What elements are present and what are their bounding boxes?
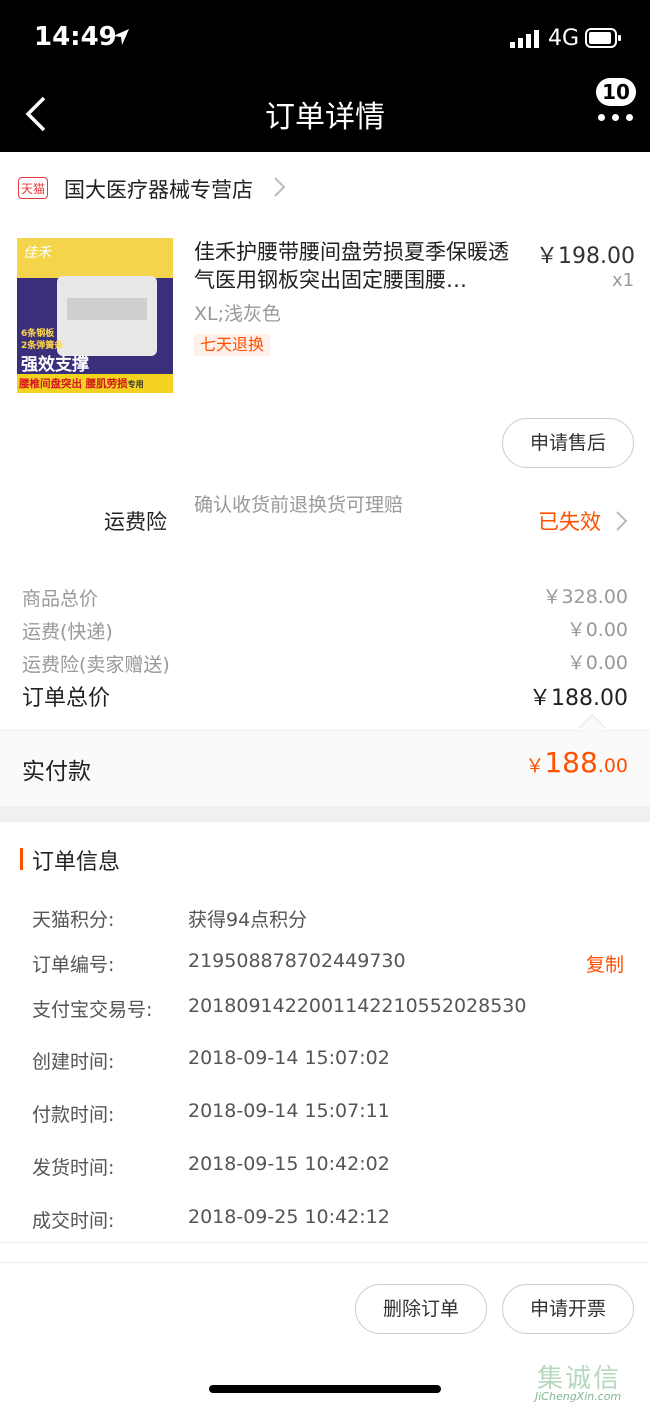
battery-icon xyxy=(585,28,621,48)
thumb-footer-suffix: 专用 xyxy=(127,380,144,389)
section-divider xyxy=(0,806,650,822)
paid-integer: 188 xyxy=(544,746,598,779)
divider xyxy=(0,1262,650,1263)
paid-symbol: ￥ xyxy=(525,755,545,777)
divider xyxy=(0,1242,650,1243)
chevron-right-icon[interactable] xyxy=(614,510,628,532)
summary-value: ￥0.00 xyxy=(566,652,628,674)
product-thumbnail[interactable]: 佳禾 6条钢板 2条弹簧条 强效支撑 腰椎间盘突出 腰肌劳损专用 xyxy=(17,238,173,393)
chevron-right-icon[interactable] xyxy=(272,176,286,198)
signal-icon xyxy=(510,30,539,48)
product-price: ￥198.00 xyxy=(536,244,635,269)
shipping-insurance-status[interactable]: 已失效 xyxy=(538,506,601,536)
order-number: 219508878702449730 xyxy=(188,950,406,972)
summary-label: 商品总价 xyxy=(22,588,99,610)
paid-decimal: .00 xyxy=(597,755,628,777)
paid-label: 实付款 xyxy=(22,759,91,785)
product-sku: XL;浅灰色 xyxy=(194,303,282,325)
status-time: 14:49 xyxy=(34,22,117,52)
order-total-label: 订单总价 xyxy=(22,686,111,711)
info-key: 订单编号: xyxy=(32,954,115,976)
shipping-insurance-desc: 确认收货前退换货可理赔 xyxy=(194,494,404,516)
return-policy-tag: 七天退换 xyxy=(194,334,271,356)
home-indicator[interactable] xyxy=(209,1385,441,1393)
store-name[interactable]: 国大医疗器械专营店 xyxy=(64,174,253,204)
thumb-brand: 佳禾 xyxy=(23,245,51,261)
after-sale-button[interactable]: 申请售后 xyxy=(502,418,634,468)
message-count-badge: 10 xyxy=(596,78,636,106)
summary-label: 运费(快递) xyxy=(22,621,113,643)
tmall-icon: 天猫 xyxy=(18,177,48,199)
product-quantity: x1 xyxy=(612,270,635,291)
info-value: 2018-09-25 10:42:12 xyxy=(188,1206,390,1228)
thumb-headline: 强效支撑 xyxy=(21,355,89,375)
info-value: 2018-09-14 15:07:11 xyxy=(188,1100,390,1122)
info-key: 天猫积分: xyxy=(32,909,115,931)
delete-order-button[interactable]: 删除订单 xyxy=(355,1284,487,1334)
thumb-footer-text: 腰椎间盘突出 腰肌劳损 xyxy=(19,378,128,390)
watermark-sub: JiChengXin.com xyxy=(535,1390,622,1403)
info-key: 支付宝交易号: xyxy=(32,999,153,1021)
copy-order-number-button[interactable]: 复制 xyxy=(586,950,624,977)
summary-label: 运费险(卖家赠送) xyxy=(22,654,170,676)
info-key: 付款时间: xyxy=(32,1104,115,1126)
info-value: 获得94点积分 xyxy=(188,909,308,931)
watermark: 集诚信 JiChengXin.com xyxy=(533,1358,648,1406)
request-invoice-button[interactable]: 申请开票 xyxy=(502,1284,634,1334)
summary-value: ￥0.00 xyxy=(566,619,628,641)
info-key: 成交时间: xyxy=(32,1210,115,1232)
info-value: 2018-09-15 10:42:02 xyxy=(188,1153,390,1175)
shipping-insurance-label: 运费险 xyxy=(104,510,167,534)
info-key: 创建时间: xyxy=(32,1051,115,1073)
summary-value: ￥328.00 xyxy=(542,586,628,608)
thumb-footer: 腰椎间盘突出 腰肌劳损专用 xyxy=(19,376,144,391)
info-value: 2018-09-14 15:07:02 xyxy=(188,1047,390,1069)
section-accent-bar xyxy=(20,848,23,870)
location-arrow-icon xyxy=(113,29,129,45)
order-info-title: 订单信息 xyxy=(32,850,121,875)
info-key: 发货时间: xyxy=(32,1157,115,1179)
network-type: 4G xyxy=(548,26,580,51)
page-title: 订单详情 xyxy=(265,100,385,135)
info-value: 2018091422001142210552028530 xyxy=(188,995,527,1017)
product-name[interactable]: 佳禾护腰带腰间盘劳损夏季保暖透气医用钢板突出固定腰围腰… xyxy=(194,238,524,294)
paid-amount: ￥188.00 xyxy=(430,746,628,779)
order-total-value: ￥188.00 xyxy=(529,686,628,711)
